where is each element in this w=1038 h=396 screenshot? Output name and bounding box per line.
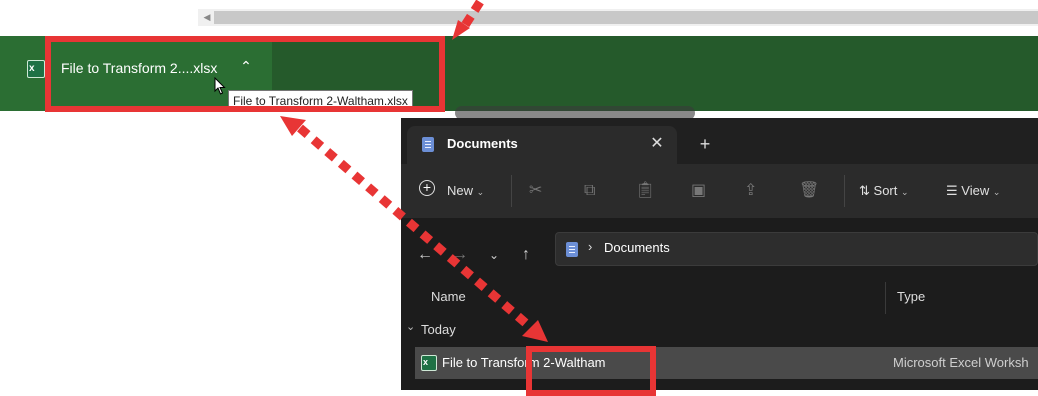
sort-label: Sort [873, 183, 898, 198]
forward-arrow-icon[interactable]: → [452, 243, 468, 267]
view-icon: ☰ [946, 183, 958, 198]
column-header-name[interactable]: Name [431, 289, 466, 304]
new-tab-button[interactable]: + [695, 132, 715, 156]
tab-documents[interactable]: Documents ✕ [407, 126, 677, 164]
group-header-today[interactable]: ⌄ Today [401, 318, 1038, 342]
close-icon[interactable]: ✕ [647, 132, 667, 156]
view-button[interactable]: ☰ View ⌄ [946, 179, 1000, 203]
view-label: View [961, 183, 990, 198]
scrollbar-thumb[interactable] [214, 11, 1038, 24]
file-row[interactable]: x File to Transform 2-Waltham Microsoft … [415, 347, 1038, 379]
address-bar[interactable]: › Documents [555, 232, 1038, 266]
file-type: Microsoft Excel Worksh [893, 355, 1029, 370]
annotation-box-file [526, 346, 656, 396]
documents-folder-icon [422, 137, 434, 152]
back-arrow-icon[interactable]: ← [417, 243, 433, 267]
rename-icon[interactable]: ▣ [691, 179, 706, 203]
toolbar-divider [844, 175, 845, 207]
annotation-box-download [45, 36, 445, 112]
plus-circle-icon[interactable]: + [419, 180, 435, 196]
up-arrow-icon[interactable]: ↑ [522, 243, 530, 267]
recent-locations-chevron-icon[interactable]: ⌄ [489, 243, 499, 267]
column-header-row: Name Type [401, 280, 1038, 316]
column-divider[interactable] [885, 282, 886, 314]
toolbar-divider [511, 175, 512, 207]
scroll-left-arrow-icon[interactable]: ◀ [200, 10, 214, 24]
share-icon[interactable]: ⇪ [744, 179, 757, 203]
file-explorer-window: Documents ✕ + + New ⌄ ✂ ⧉ 📋︎ ▣ ⇪ 🗑︎ ⇅ So… [401, 118, 1038, 390]
excel-icon: x [421, 355, 437, 371]
new-label: New [447, 183, 474, 198]
address-bar-row: ← → ⌄ ↑ › Documents [401, 218, 1038, 280]
chevron-down-icon: ⌄ [476, 187, 485, 197]
delete-icon[interactable]: 🗑︎ [799, 179, 819, 203]
chevron-down-icon: ⌄ [992, 187, 1001, 197]
breadcrumb-documents[interactable]: Documents [604, 240, 670, 255]
sort-button[interactable]: ⇅ Sort ⌄ [859, 179, 909, 203]
column-header-type[interactable]: Type [897, 289, 925, 304]
copy-icon[interactable]: ⧉ [584, 179, 595, 203]
documents-folder-icon [566, 242, 578, 257]
explorer-tab-bar: Documents ✕ + [401, 118, 1038, 164]
chevron-down-icon[interactable]: ⌄ [406, 320, 415, 333]
group-label: Today [421, 322, 456, 337]
cut-icon[interactable]: ✂ [529, 179, 542, 203]
explorer-command-bar: + New ⌄ ✂ ⧉ 📋︎ ▣ ⇪ 🗑︎ ⇅ Sort ⌄ ☰ View ⌄ [401, 164, 1038, 219]
horizontal-scrollbar[interactable]: ◀ [198, 9, 1038, 26]
chevron-down-icon: ⌄ [901, 187, 909, 197]
new-button[interactable]: New ⌄ [447, 179, 484, 203]
excel-icon: x [27, 60, 45, 78]
breadcrumb-chevron-icon[interactable]: › [588, 239, 592, 254]
sort-icon: ⇅ [859, 183, 870, 198]
paste-icon[interactable]: 📋︎ [635, 179, 655, 203]
tab-title: Documents [447, 136, 518, 151]
